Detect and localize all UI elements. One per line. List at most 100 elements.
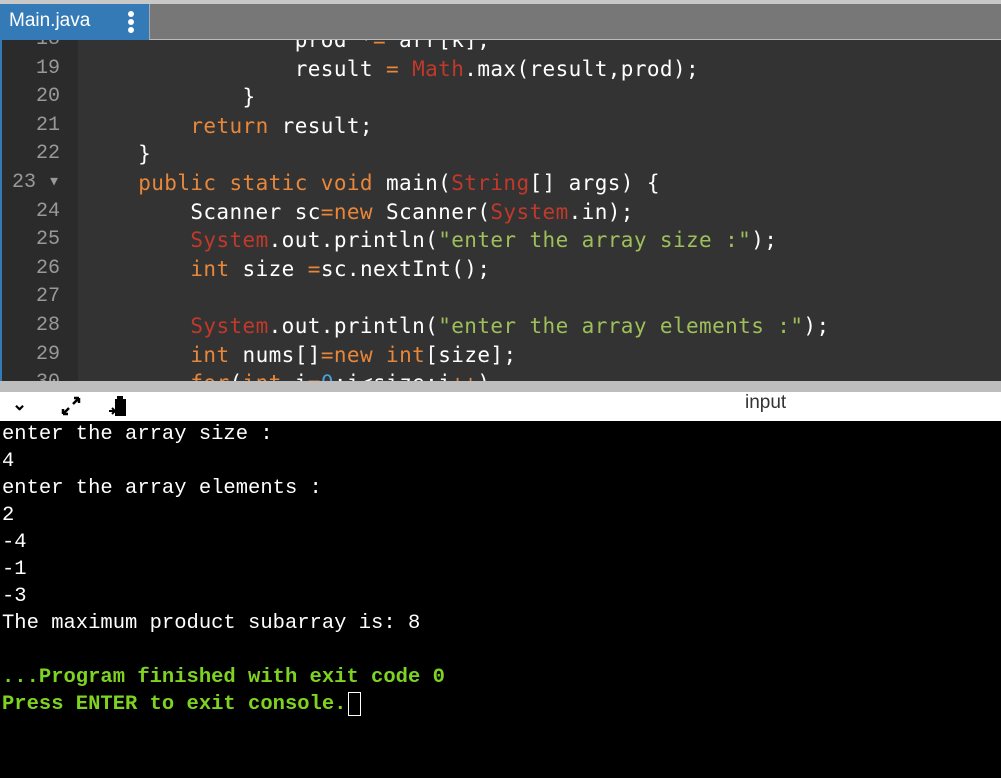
code-editor[interactable]: 1819 20 21 22 23 ▾ 24 25 26 27 28 29 30 prod *= arr…: [0, 40, 1001, 381]
code-token: System: [190, 314, 269, 338]
code-token: );: [751, 228, 778, 253]
code-token: size: [229, 256, 308, 281]
code-line: public static void main(String[] args) {: [86, 169, 660, 198]
code-line: }: [86, 83, 256, 112]
code-token: }: [86, 85, 256, 110]
code-token: =: [386, 56, 400, 81]
line-number: 18: [2, 40, 60, 55]
code-token: =new: [320, 199, 373, 224]
line-number: 25: [35, 228, 60, 252]
code-token: for: [190, 371, 229, 381]
code-token: "enter the array elements :": [438, 314, 804, 338]
code-token: arr[k];: [386, 40, 491, 52]
code-line: prod *= arr[k];: [86, 40, 490, 55]
line-number: 28: [35, 314, 60, 337]
code-token: prod: [86, 40, 360, 52]
press-enter-line: Press ENTER to exit console.: [2, 691, 1001, 718]
exit-message: ...Program finished with exit code 0: [2, 666, 445, 689]
code-token: int: [190, 256, 230, 281]
code-token: (: [230, 371, 243, 381]
line-number: 23 ▾: [11, 171, 60, 194]
panel-splitter[interactable]: [0, 381, 1001, 392]
tab-main-java[interactable]: Main.java: [0, 4, 150, 40]
code-token: =: [308, 371, 321, 381]
code-token: Scanner sc: [86, 199, 321, 224]
code-token: *=: [359, 40, 386, 52]
console-line: 2: [2, 504, 15, 527]
code-line: result = Math.max(result,prod);: [86, 55, 699, 84]
line-number: 22: [35, 142, 60, 166]
code-line: System.out.println("enter the array size…: [86, 226, 777, 255]
press-enter-text: Press ENTER to exit console.: [2, 693, 347, 716]
expand-icon[interactable]: [60, 396, 82, 416]
code-token: "enter the array size :": [438, 228, 752, 253]
code-token: i: [282, 371, 308, 381]
code-token: int: [386, 342, 426, 367]
line-number: 29: [35, 342, 60, 366]
code-token: [] args) {: [529, 171, 660, 195]
code-token: [size];: [425, 342, 517, 367]
code-token: ;i<size;i: [334, 371, 451, 381]
code-token: nums[]: [229, 342, 321, 367]
line-number: 27: [35, 285, 60, 309]
code-token: return: [190, 113, 269, 138]
code-token: .out.println(: [268, 228, 439, 253]
code-token: Scanner(: [372, 199, 491, 224]
code-token: int: [190, 342, 230, 367]
console-output[interactable]: enter the array size : 4 enter the array e…: [0, 421, 1001, 778]
console-toolbar: ⌄ input: [0, 392, 1001, 421]
console-line: enter the array size :: [2, 423, 273, 446]
code-token: sc.nextInt();: [320, 256, 491, 281]
code-line: Scanner sc=new Scanner(System.in);: [86, 198, 634, 227]
code-token: ): [477, 371, 490, 381]
line-number: 30: [2, 369, 60, 381]
code-token: int: [243, 371, 282, 381]
line-number: 19: [35, 56, 60, 80]
line-number: 20: [35, 85, 60, 109]
console-line: 4: [2, 450, 15, 473]
code-token: System: [490, 199, 569, 224]
code-line: }: [86, 140, 151, 169]
line-number: 24: [35, 199, 60, 223]
code-line: return result;: [86, 112, 373, 141]
tab-bar: Main.java: [0, 4, 1001, 40]
code-token: .out.println(: [268, 314, 439, 338]
console-line: enter the array elements :: [2, 477, 322, 500]
code-token: }: [86, 142, 152, 167]
code-line: System.out.println("enter the array elem…: [86, 312, 830, 341]
line-number-gutter: 1819 20 21 22 23 ▾ 24 25 26 27 28 29 30: [2, 40, 78, 381]
code-token: .max(result,prod);: [464, 56, 700, 81]
code-token: =new: [320, 342, 373, 367]
code-line: int nums[]=new int[size];: [86, 341, 517, 370]
tab-title: Main.java: [9, 10, 91, 31]
code-token: String: [451, 171, 530, 195]
code-token: =: [307, 256, 321, 281]
code-token: );: [803, 314, 830, 338]
code-token: Math: [412, 56, 465, 81]
input-label: input: [745, 392, 787, 413]
console-line: -3: [2, 585, 27, 608]
line-number: 26: [35, 256, 60, 280]
code-token: .in);: [568, 199, 634, 224]
more-options-icon[interactable]: [126, 10, 136, 34]
code-line: for(int i=0;i<size;i++): [86, 369, 490, 381]
chevron-down-icon[interactable]: ⌄: [12, 394, 27, 415]
console-line: The maximum product subarray is: 8: [2, 612, 421, 635]
code-line: int size =sc.nextInt();: [86, 255, 490, 284]
line-number: 21: [35, 113, 60, 137]
code-token: public static void: [138, 171, 373, 195]
code-token: result;: [268, 113, 373, 138]
text-cursor: [348, 691, 362, 716]
code-token: main(: [372, 171, 452, 195]
code-token: result: [86, 56, 386, 81]
clipboard-icon[interactable]: [108, 396, 128, 418]
